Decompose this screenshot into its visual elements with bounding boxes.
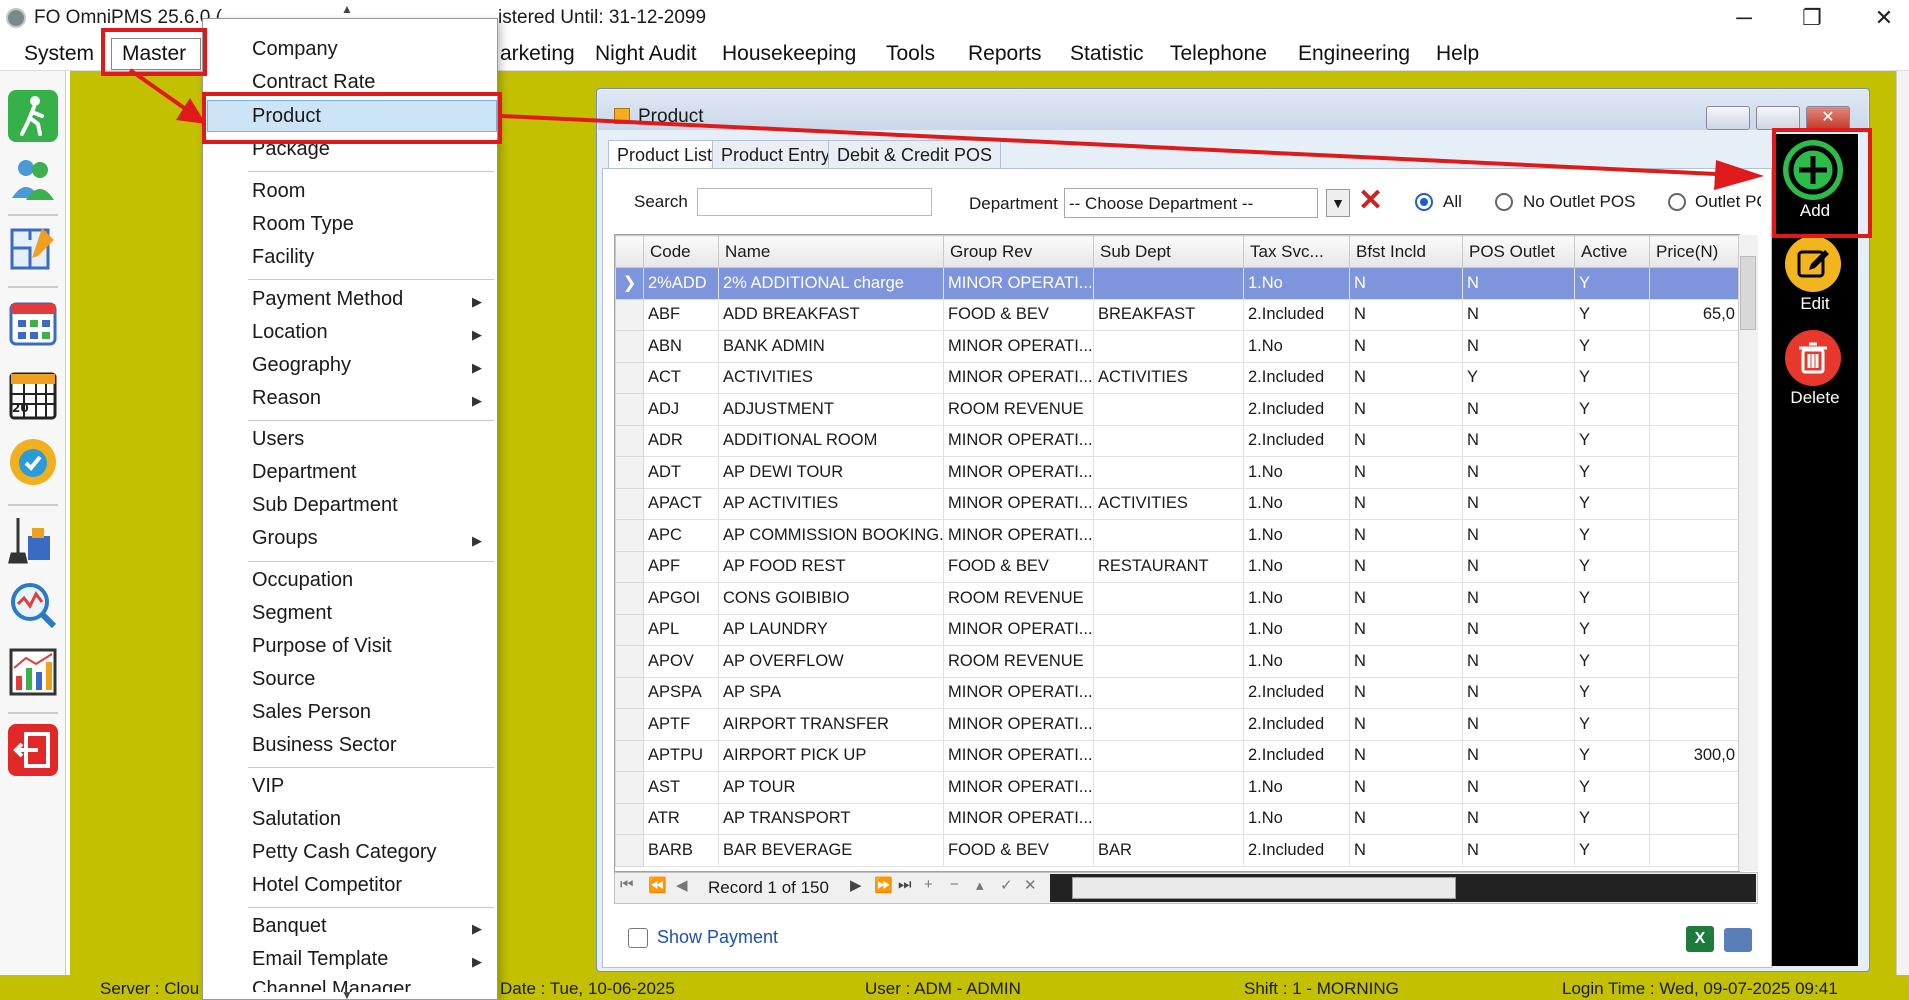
annotation-arrows: [128, 68, 1764, 190]
